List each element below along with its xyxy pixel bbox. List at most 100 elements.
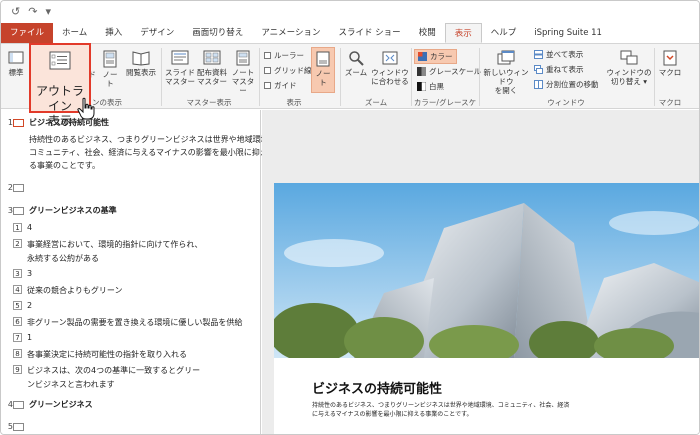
slide-icon bbox=[13, 184, 24, 192]
tab-transitions[interactable]: 画面切り替え bbox=[183, 23, 252, 43]
new-window-icon bbox=[497, 50, 515, 65]
tab-help[interactable]: ヘルプ bbox=[482, 23, 526, 43]
slide-number: 1 bbox=[7, 118, 13, 127]
switch-windows-button[interactable]: ウィンドウの 切り替え ▾ bbox=[606, 50, 652, 86]
separator bbox=[654, 48, 655, 106]
notes-master-label-2: マスター bbox=[231, 77, 255, 95]
zoom-button[interactable]: ズーム bbox=[344, 50, 368, 77]
outline-bullet[interactable]: ビジネスは、次の4つの基準に一致するとグリー bbox=[27, 365, 200, 376]
outline-bullet[interactable]: 4 bbox=[27, 223, 32, 232]
reading-view-button[interactable]: 閲覧表示 bbox=[123, 50, 159, 77]
powerpoint-window: ↺ ↷ ▾ ファイル ホーム 挿入 デザイン 画面切り替え アニメーション スラ… bbox=[0, 0, 700, 435]
bullet-number: 9 bbox=[13, 365, 22, 374]
grayscale-button[interactable]: グレースケール bbox=[417, 66, 481, 77]
outline-body-line[interactable]: る事業のことです。 bbox=[29, 160, 100, 171]
bw-icon bbox=[417, 82, 426, 91]
arrange-all-icon bbox=[534, 50, 543, 59]
notes-master-button[interactable]: ノート マスター bbox=[229, 50, 257, 95]
outline-bullet[interactable]: 3 bbox=[27, 269, 32, 278]
slide-body[interactable]: 持続性のあるビジネス、つまりグリーンビジネスは世界や地域環境、コミュニティ、社会… bbox=[312, 401, 572, 419]
bullet-number: 3 bbox=[13, 269, 22, 278]
guides-label: ガイド bbox=[274, 81, 297, 90]
notes-page-button[interactable]: ノー ト bbox=[99, 50, 121, 88]
bullet-number: 2 bbox=[13, 239, 22, 248]
building-photo bbox=[274, 183, 699, 434]
outline-slide-3-title[interactable]: グリーンビジネスの基準 bbox=[29, 205, 117, 216]
outline-bullet[interactable]: 各事業決定に持続可能性の指針を取り入れる bbox=[27, 349, 187, 360]
tab-view[interactable]: 表示 bbox=[444, 23, 482, 43]
outline-slide-2[interactable]: 2 bbox=[3, 183, 13, 192]
tab-animations[interactable]: アニメーション bbox=[252, 23, 329, 43]
notes-toggle-label-1: ノー bbox=[315, 69, 331, 78]
tab-slideshow[interactable]: スライド ショー bbox=[329, 23, 409, 43]
switch-windows-label-2: 切り替え ▾ bbox=[610, 77, 648, 86]
gridlines-checkbox[interactable]: グリッド線 bbox=[264, 65, 312, 76]
checkbox-icon bbox=[264, 67, 271, 74]
tab-home[interactable]: ホーム bbox=[53, 23, 96, 43]
new-window-label-2: を開く bbox=[494, 86, 518, 95]
arrange-all-label: 並べて表示 bbox=[546, 50, 584, 59]
outline-bullet[interactable]: 事業経営において、環境的指針に向けて作られ、 bbox=[27, 239, 202, 250]
handout-master-button[interactable]: 配布資料 マスター bbox=[195, 50, 229, 86]
separator bbox=[411, 48, 412, 106]
outline-slide-3[interactable]: 3 bbox=[3, 206, 13, 215]
outline-slide-5[interactable]: 5 bbox=[3, 422, 13, 431]
tab-insert[interactable]: 挿入 bbox=[96, 23, 131, 43]
fit-window-label-1: ウィンドウ bbox=[371, 68, 409, 77]
macros-icon bbox=[663, 50, 677, 66]
outline-bullet[interactable]: 従来の競合よりもグリーン bbox=[27, 285, 122, 296]
slide-master-icon bbox=[171, 50, 189, 65]
slide-canvas[interactable]: ビジネスの持続可能性 持続性のあるビジネス、つまりグリーンビジネスは世界や地域環… bbox=[262, 110, 699, 434]
handout-master-label-2: マスター bbox=[197, 77, 227, 86]
tab-file[interactable]: ファイル bbox=[1, 23, 54, 43]
outline-slide-4[interactable]: 4 bbox=[3, 400, 13, 409]
move-split-button[interactable]: 分割位置の移動 bbox=[534, 79, 599, 90]
slide-number: 2 bbox=[7, 183, 13, 192]
outline-bullet[interactable]: 1 bbox=[27, 333, 32, 342]
ribbon-view: 標準 ド ノー ト 閲覧表示 ンの表示 スライド マスター 配布資料 マスター … bbox=[1, 43, 699, 118]
outline-body-line[interactable]: 持続性のあるビジネス、つまりグリーンビジネスは世界や地域環境、 bbox=[29, 134, 277, 145]
cascade-label: 重ねて表示 bbox=[546, 65, 584, 74]
checkbox-icon bbox=[264, 82, 271, 89]
tab-design[interactable]: デザイン bbox=[131, 23, 183, 43]
outline-pane[interactable]: 1 ビジネスの持続可能性 持続性のあるビジネス、つまりグリーンビジネスは世界や地… bbox=[1, 110, 277, 434]
arrange-all-button[interactable]: 並べて表示 bbox=[534, 49, 583, 60]
normal-view-icon bbox=[8, 51, 24, 64]
outline-bullet-continuation[interactable]: ンビジネスと言われます bbox=[27, 379, 115, 390]
outline-body-line[interactable]: コミュニティ、社会、経済に与えるマイナスの影響を最小限に抑え bbox=[29, 147, 268, 158]
master-views-group-label: マスター表示 bbox=[186, 98, 232, 107]
guides-checkbox[interactable]: ガイド bbox=[264, 80, 297, 91]
slide-preview[interactable]: ビジネスの持続可能性 持続性のあるビジネス、つまりグリーンビジネスは世界や地域環… bbox=[274, 183, 699, 434]
bullet-number: 7 bbox=[13, 333, 22, 342]
zoom-group-label: ズーム bbox=[364, 98, 388, 107]
notes-toggle-button[interactable]: ノー ト bbox=[311, 47, 335, 93]
separator bbox=[340, 48, 341, 106]
slide-master-button[interactable]: スライド マスター bbox=[164, 50, 196, 86]
slide-title[interactable]: ビジネスの持続可能性 bbox=[312, 378, 442, 397]
fit-to-window-button[interactable]: ウィンドウ に合わせる bbox=[371, 50, 409, 86]
outline-bullet[interactable]: 非グリーン製品の需要を置き換える環境に優しい製品を供給 bbox=[27, 317, 242, 328]
ruler-checkbox[interactable]: ルーラー bbox=[264, 50, 304, 61]
bullet-number: 1 bbox=[13, 223, 22, 232]
outline-bullet[interactable]: 2 bbox=[27, 301, 32, 310]
checkbox-icon bbox=[264, 52, 271, 59]
outline-slide-1[interactable]: 1 bbox=[3, 118, 13, 127]
tab-ispring[interactable]: iSpring Suite 11 bbox=[525, 23, 611, 43]
undo-icon[interactable]: ↺ bbox=[11, 1, 20, 23]
slide-icon bbox=[13, 119, 24, 127]
cascade-button[interactable]: 重ねて表示 bbox=[534, 64, 584, 75]
notes-master-label-1: ノート bbox=[231, 68, 255, 77]
outline-bullet-continuation[interactable]: 永続する公約がある bbox=[27, 253, 99, 264]
redo-icon[interactable]: ↷ bbox=[28, 1, 37, 23]
bw-button[interactable]: 白黒 bbox=[417, 81, 444, 92]
outline-slide-4-title[interactable]: グリーンビジネス bbox=[29, 399, 93, 410]
tab-review[interactable]: 校閲 bbox=[410, 23, 445, 43]
new-window-button[interactable]: 新しいウィンドウ を開く bbox=[481, 50, 531, 95]
notes-page-label-2: ト bbox=[106, 79, 114, 88]
normal-view-label: 標準 bbox=[8, 68, 24, 77]
normal-view-button[interactable]: 標準 bbox=[5, 50, 27, 77]
macros-button[interactable]: マクロ bbox=[657, 50, 683, 77]
bullet-number: 8 bbox=[13, 349, 22, 358]
color-button[interactable]: カラー bbox=[414, 49, 457, 64]
customize-qat-icon[interactable]: ▾ bbox=[45, 1, 51, 23]
